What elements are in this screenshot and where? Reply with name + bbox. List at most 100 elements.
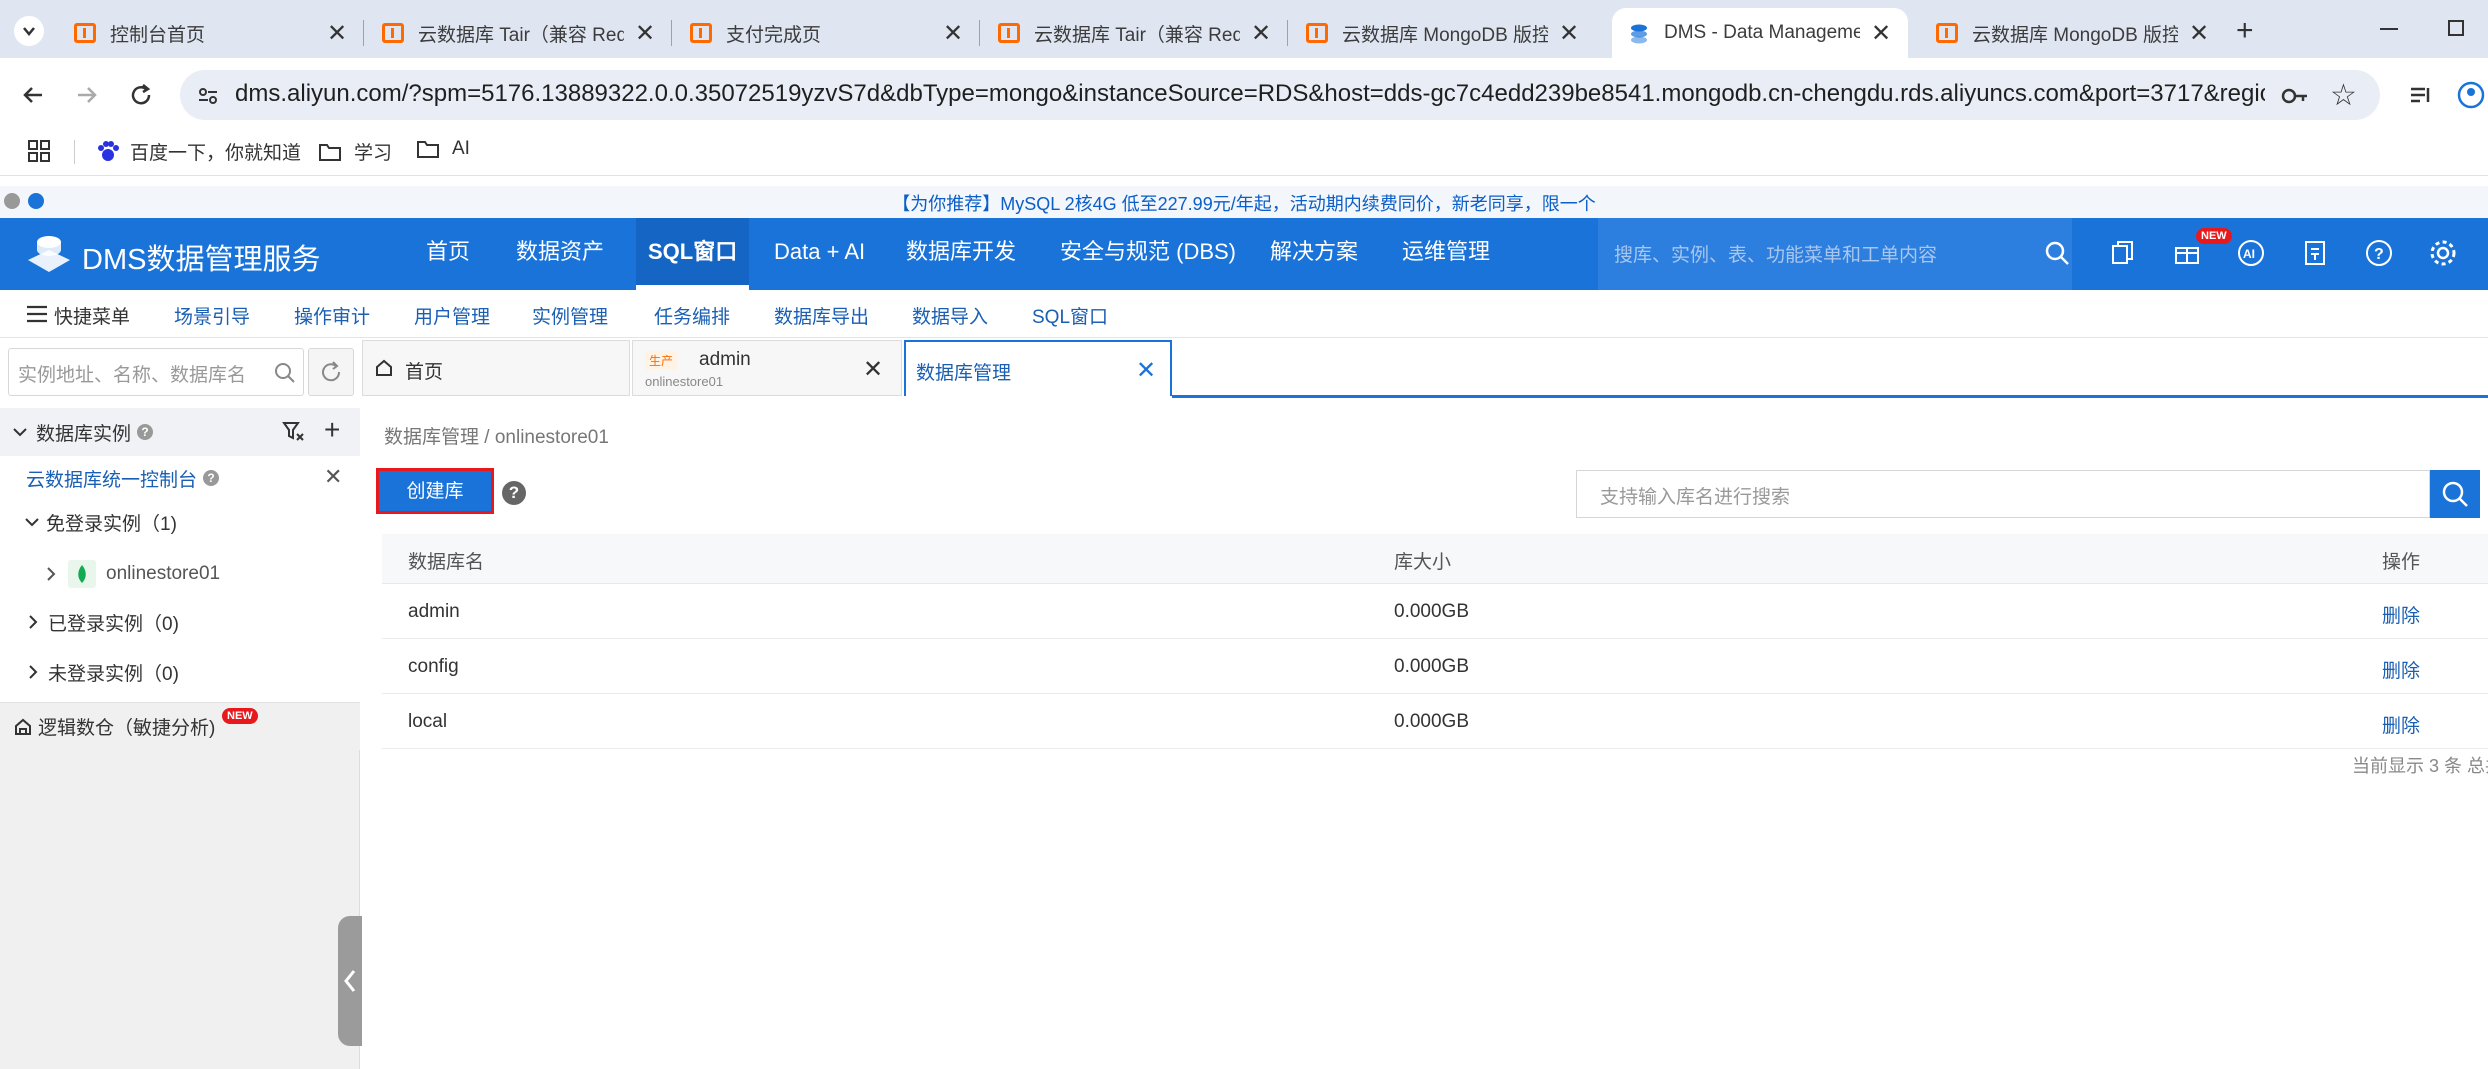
tab-admin[interactable]: 生产 admin onlinestore01 ✕ [632,340,902,396]
nav-ops[interactable]: 运维管理 [1388,218,1504,290]
instance-search-placeholder: 实例地址、名称、数据库名 [18,365,247,386]
close-icon[interactable]: ✕ [326,19,348,48]
browser-tab[interactable]: 云数据库 MongoDB 版控 ✕ [1290,8,1596,58]
chevron-right-icon [26,664,40,680]
apps-grid-icon[interactable] [28,140,50,162]
tree-group-loggedin[interactable]: 已登录实例（0) [0,598,360,646]
global-search-placeholder: 搜库、实例、表、功能菜单和工单内容 [1614,245,1938,266]
browser-tab[interactable]: 云数据库 Tair（兼容 Redis ✕ [366,8,672,58]
nav-data-assets[interactable]: 数据资产 [502,218,618,290]
close-icon[interactable]: ✕ [863,355,883,384]
db-name-cell: admin [408,601,460,622]
close-icon[interactable]: ✕ [1250,19,1272,48]
help-icon: ? [137,424,154,440]
aliyun-favicon-icon [690,23,712,43]
quick-link[interactable]: 用户管理 [414,302,490,329]
tab-list-dropdown-icon[interactable] [14,16,44,46]
nav-home[interactable]: 首页 [412,218,484,290]
new-tab-icon[interactable]: + [2236,14,2254,48]
promo-text[interactable]: 【为你推荐】MySQL 2核4G 低至227.99元/年起，活动期内续费同价，新… [0,190,2488,216]
app-logo-text[interactable]: DMS数据管理服务 [82,236,320,278]
url-text[interactable]: dms.aliyun.com/?spm=5176.13889322.0.0.35… [235,80,2265,108]
browser-tab[interactable]: 支付完成页 ✕ [674,8,980,58]
search-icon[interactable] [274,362,296,384]
help-icon: ? [203,470,220,486]
refresh-button[interactable] [308,348,354,396]
close-icon[interactable]: ✕ [634,19,656,48]
breadcrumb: 数据库管理 / onlinestore01 [384,427,609,448]
nav-sql-window[interactable]: SQL窗口 [636,218,750,290]
close-icon[interactable]: ✕ [1136,356,1156,385]
logic-warehouse-section[interactable]: 逻辑数仓（敏捷分析) [0,702,360,750]
filter-icon[interactable] [282,420,306,444]
quick-link[interactable]: 场景引导 [174,302,250,329]
dms-logo-icon [24,232,74,276]
svg-text:AI: AI [2243,247,2255,261]
back-icon[interactable] [18,80,48,110]
col-actions: 操作 [2382,552,2421,573]
tab-underline [1172,395,2488,398]
home-icon [375,359,393,377]
quick-link[interactable]: 任务编排 [654,302,730,329]
nav-security[interactable]: 安全与规范 (DBS) [1046,218,1250,290]
gift-icon[interactable] [2174,240,2200,266]
ai-assistant-icon[interactable]: AI [2236,238,2266,268]
close-icon[interactable]: ✕ [324,464,342,490]
close-icon[interactable]: ✕ [942,19,964,48]
create-db-button[interactable]: 创建库 [376,468,494,514]
browser-tab[interactable]: 云数据库 Tair（兼容 Redis ✕ [982,8,1288,58]
delete-link[interactable]: 删除 [2382,656,2420,683]
bookmark-baidu[interactable]: 百度一下，你就知道 [96,138,301,165]
help-icon[interactable]: ? [2364,238,2394,268]
search-icon[interactable] [2044,240,2070,266]
tree-group-notloggedin[interactable]: 未登录实例（0) [0,648,360,696]
browser-tab-active[interactable]: DMS - Data Manageme ✕ [1612,8,1908,58]
ticket-icon[interactable] [2302,240,2328,266]
copy-doc-icon[interactable] [2110,240,2136,266]
help-icon[interactable]: ? [502,481,526,505]
new-badge: NEW [2196,228,2232,244]
quick-menu-label[interactable]: 快捷菜单 [54,302,130,329]
nav-solutions[interactable]: 解决方案 [1256,218,1372,290]
db-search-button[interactable] [2430,470,2480,518]
quick-link[interactable]: 数据库导出 [774,302,869,329]
sidebar-collapse-handle[interactable] [338,916,362,1046]
bookmark-star-icon[interactable]: ☆ [2330,78,2357,113]
quick-link[interactable]: 数据导入 [912,302,988,329]
close-icon[interactable]: ✕ [1870,19,1892,48]
browser-tab[interactable]: 控制台首页 ✕ [58,8,364,58]
aliyun-favicon-icon [74,23,96,43]
hamburger-icon[interactable] [26,304,48,324]
quick-link[interactable]: 操作审计 [294,302,370,329]
tab-db-management[interactable]: 数据库管理 ✕ [904,340,1172,396]
tree-item-instance[interactable]: onlinestore01 [0,550,360,598]
db-instance-section[interactable]: 数据库实例 ? [0,408,360,456]
reload-icon[interactable] [126,80,156,110]
close-icon[interactable]: ✕ [1558,19,1580,48]
delete-link[interactable]: 删除 [2382,601,2420,628]
password-key-icon[interactable] [2280,84,2310,108]
site-settings-icon[interactable] [196,84,220,108]
quick-link[interactable]: 实例管理 [532,302,608,329]
gear-icon[interactable] [2428,238,2458,268]
nav-db-dev[interactable]: 数据库开发 [892,218,1030,290]
reading-list-icon[interactable] [2408,84,2434,108]
add-icon[interactable]: + [324,414,340,446]
quick-link[interactable]: SQL窗口 [1032,302,1108,329]
aliyun-favicon-icon [1306,23,1328,43]
bookmark-folder-study[interactable]: 学习 [318,138,392,165]
close-icon[interactable]: ✕ [2188,19,2210,48]
aliyun-favicon-icon [382,23,404,43]
minimize-icon[interactable] [2380,28,2398,30]
nav-data-ai[interactable]: Data + AI [762,218,877,290]
delete-link[interactable]: 删除 [2382,711,2420,738]
tree-group-nologin[interactable]: 免登录实例（1) [0,498,360,546]
unified-console-link[interactable]: 云数据库统一控制台 ? [0,454,360,502]
db-size-cell: 0.000GB [1394,601,1469,622]
tab-home[interactable]: 首页 [362,340,630,396]
forward-icon[interactable] [72,80,102,110]
browser-tab[interactable]: 云数据库 MongoDB 版控 ✕ [1920,8,2226,58]
profile-icon[interactable] [2456,80,2486,110]
bookmark-folder-ai[interactable]: AI [416,138,470,160]
restore-icon[interactable] [2448,20,2464,36]
